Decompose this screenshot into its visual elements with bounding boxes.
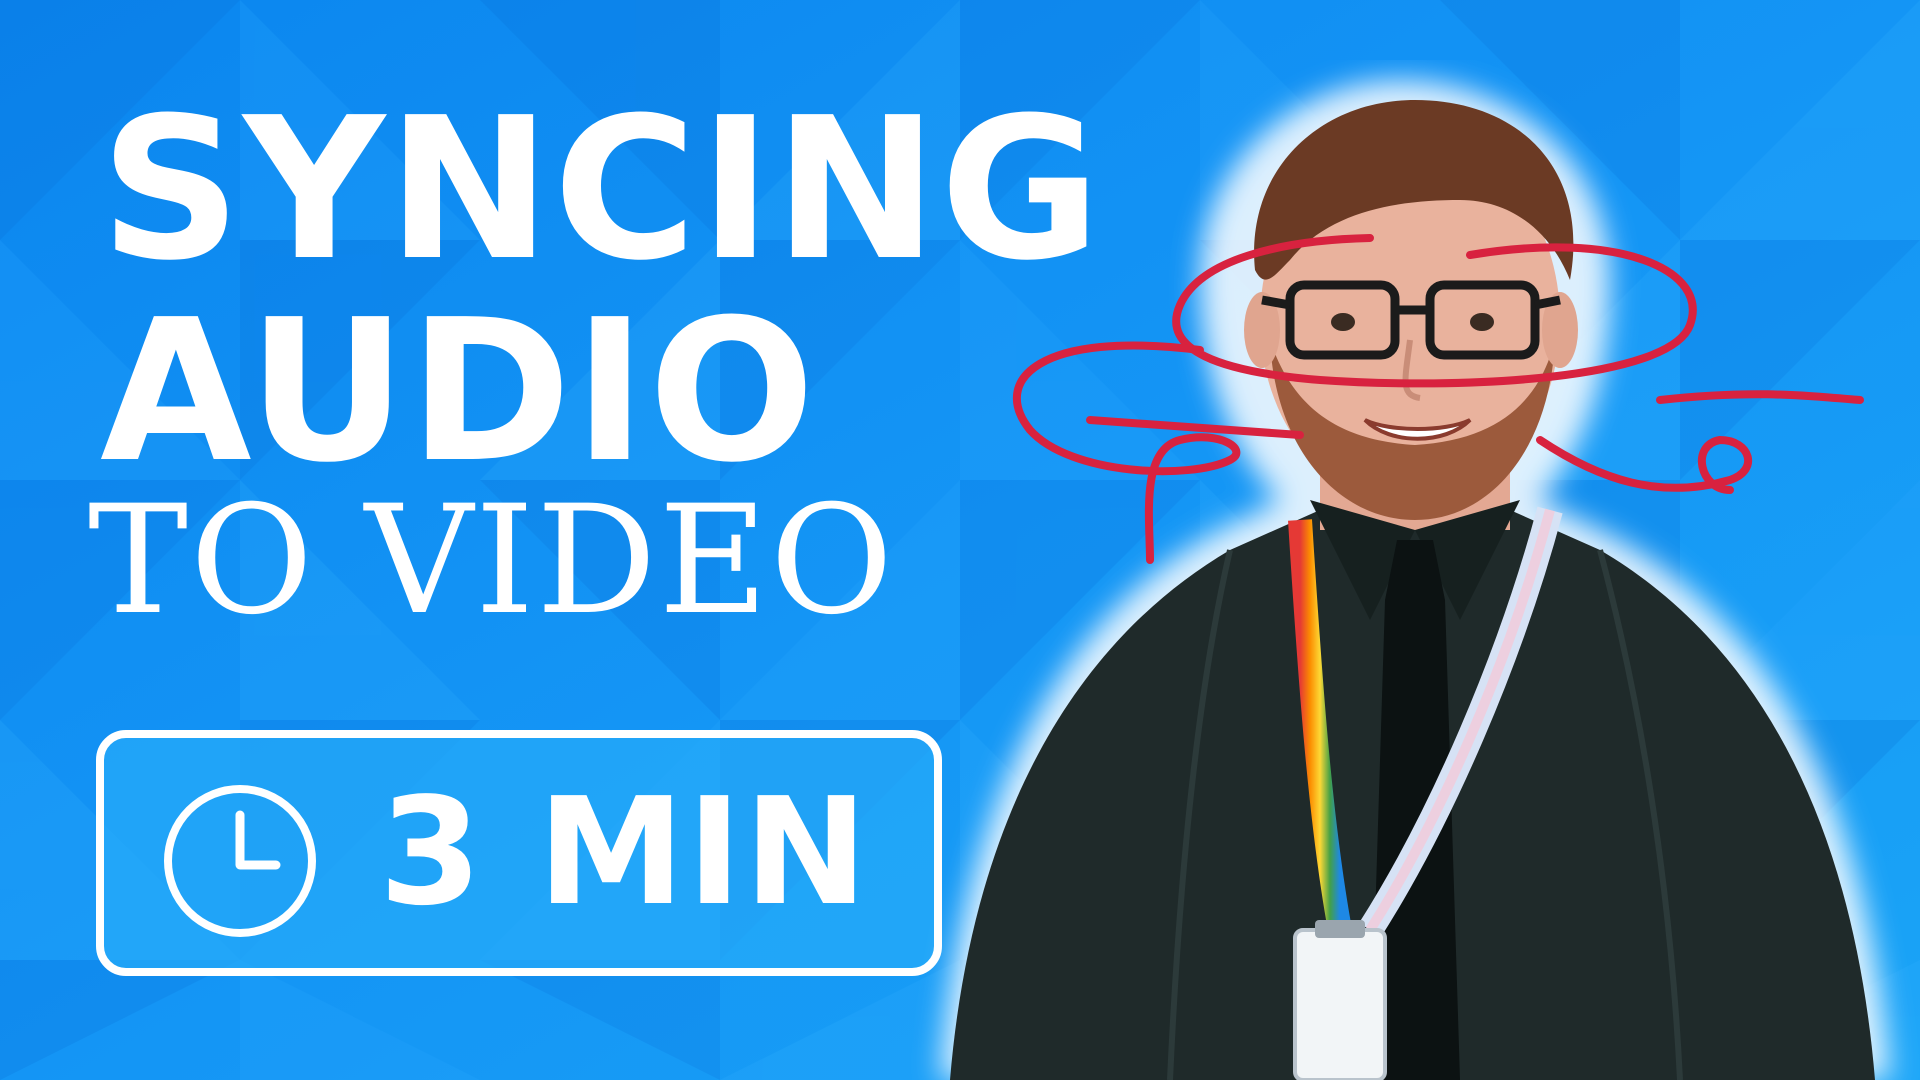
duration-label: 3 MIN (379, 766, 870, 938)
title-line-to-video: TO VIDEO (88, 474, 896, 648)
clock-icon (164, 785, 316, 937)
thumbnail-canvas: SYNCING AUDIO TO VIDEO 3 MIN (0, 0, 1920, 1080)
title-line-audio: AUDIO (100, 278, 818, 506)
presenter-photo (940, 80, 1890, 1080)
duration-badge: 3 MIN (96, 730, 942, 976)
id-badge (1293, 928, 1387, 1080)
